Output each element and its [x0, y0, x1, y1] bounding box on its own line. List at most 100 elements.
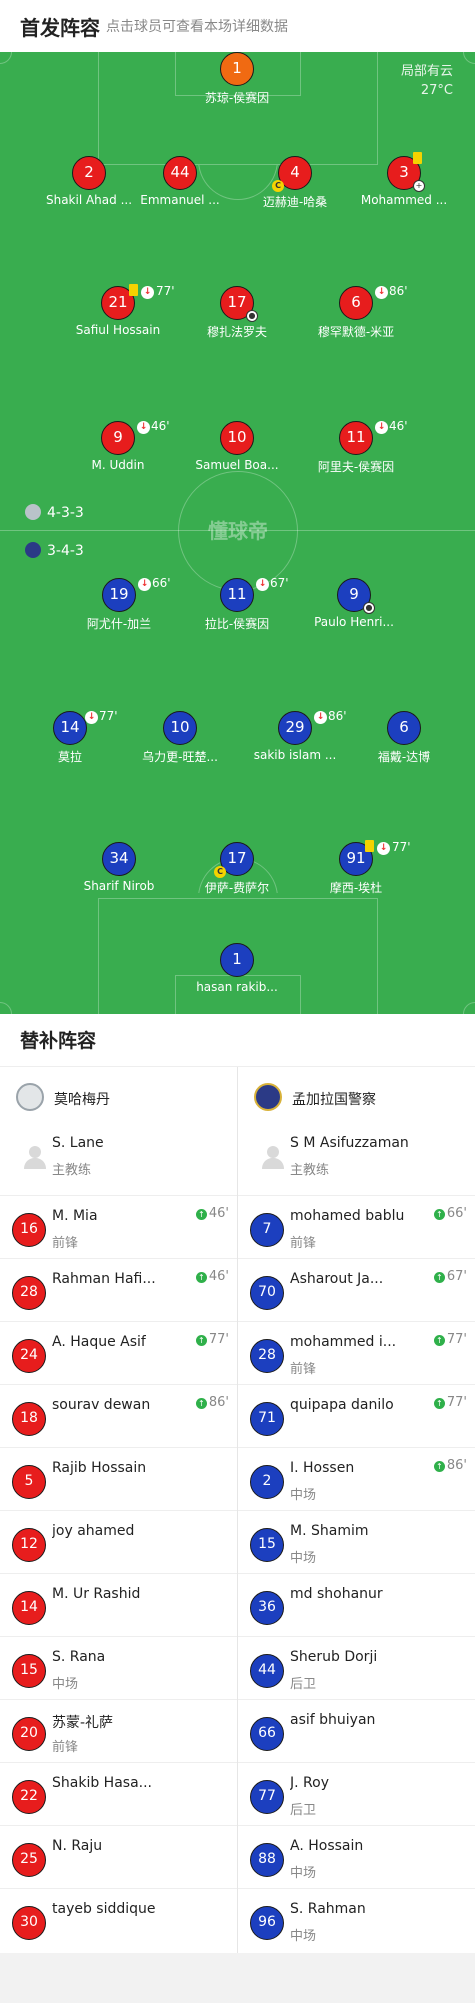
player-name: 伊萨-费萨尔: [204, 881, 270, 895]
jersey-number: 5: [12, 1465, 46, 1499]
watermark-logo: 懂球帝: [208, 519, 268, 543]
weather-info: 局部有云 27°C: [401, 62, 453, 100]
home-formation-label: 4-3-3: [47, 505, 84, 521]
player-name: Paulo Henri...: [314, 615, 394, 629]
bench-player-row[interactable]: 30 tayeb siddique: [0, 1888, 237, 1951]
bench-player-row[interactable]: 25 N. Raju: [0, 1825, 237, 1888]
bench-player-row[interactable]: 96 S. Rahman 中场: [238, 1888, 475, 1951]
jersey-number: 66: [250, 1717, 284, 1751]
bench-player-row[interactable]: 44 Sherub Dorji 后卫: [238, 1636, 475, 1699]
bench-player-row[interactable]: 70 Asharout Ja... ↑ 67': [238, 1258, 475, 1321]
bench-player-row[interactable]: 12 joy ahamed: [0, 1510, 237, 1573]
bench-player-row[interactable]: 28 Rahman Hafi... ↑ 46': [0, 1258, 237, 1321]
bench-player-row[interactable]: 16 M. Mia 前锋 ↑ 46': [0, 1195, 237, 1258]
sub-in-minute: ↑ 67': [433, 1269, 467, 1284]
player-position: 前锋: [52, 1236, 79, 1251]
corner-arc-br: [463, 1002, 475, 1014]
jersey-number: 20: [12, 1717, 46, 1751]
bench-player-row[interactable]: 15 M. Shamim 中场: [238, 1510, 475, 1573]
player-name: J. Roy: [290, 1775, 329, 1791]
jersey-number: 34: [102, 842, 136, 876]
player-name: joy ahamed: [52, 1523, 135, 1539]
jersey-number: 6: [387, 711, 421, 745]
sub-minute: 46': [151, 419, 170, 433]
sub-minute: 46': [389, 419, 408, 433]
jersey-number: 14: [12, 1591, 46, 1625]
weather-condition: 局部有云: [400, 64, 453, 79]
bench-player-row[interactable]: 77 J. Roy 后卫: [238, 1762, 475, 1825]
jersey-number: 19: [102, 578, 136, 612]
lineup-subtitle: 点击球员可查看本场详细数据: [106, 19, 288, 35]
page-footer: [0, 1953, 475, 2003]
player-name: M. Uddin: [91, 458, 145, 472]
sub-out-icon: ↓: [314, 711, 327, 724]
sub-minute: 67': [270, 576, 289, 590]
bench-player-row[interactable]: 14 M. Ur Rashid: [0, 1573, 237, 1636]
player-name: 苏蒙-礼萨: [52, 1715, 114, 1731]
player-position: 后卫: [290, 1677, 317, 1692]
jersey-number: 6: [339, 286, 373, 320]
home-coach[interactable]: S. Lane 主教练: [16, 1131, 246, 1191]
bench-player-row[interactable]: 24 A. Haque Asif ↑ 77': [0, 1321, 237, 1384]
sub-in-minute: ↑ 86': [433, 1458, 467, 1473]
bench-header: 替补阵容: [0, 1014, 475, 1066]
sub-in-minute: ↑ 46': [195, 1206, 229, 1221]
yellow-card-icon: [413, 152, 422, 164]
bench-player-row[interactable]: 88 A. Hossain 中场: [238, 1825, 475, 1888]
jersey-number: 25: [12, 1843, 46, 1877]
away-team-logo-icon: [254, 1083, 282, 1111]
player-name: A. Haque Asif: [52, 1334, 146, 1350]
jersey-number: 12: [12, 1528, 46, 1562]
bench-player-row[interactable]: 5 Rajib Hossain: [0, 1447, 237, 1510]
sub-out-icon: ↓: [85, 711, 98, 724]
jersey-number: 36: [250, 1591, 284, 1625]
goal-ball-icon: ●: [246, 310, 258, 322]
player-position: 前锋: [52, 1740, 79, 1755]
jersey-number: 29: [278, 711, 312, 745]
player-name: 穆罕默德-米亚: [317, 325, 395, 339]
jersey-number: 22: [12, 1780, 46, 1814]
bench-title: 替补阵容: [20, 1030, 97, 1052]
away-coach[interactable]: S M Asifuzzaman 主教练: [254, 1131, 475, 1191]
bench-player-row[interactable]: 7 mohamed bablu 前锋 ↑ 66': [238, 1195, 475, 1258]
bench-player-row[interactable]: 15 S. Rana 中场: [0, 1636, 237, 1699]
bench-player-row[interactable]: 20 苏蒙-礼萨前锋: [0, 1699, 237, 1762]
home-team-icon: [25, 504, 41, 520]
home-team-header[interactable]: 莫哈梅丹: [16, 1077, 246, 1121]
bench-player-row[interactable]: 2 I. Hossen 中场 ↑ 86': [238, 1447, 475, 1510]
bench-player-row[interactable]: 36 md shohanur: [238, 1573, 475, 1636]
jersey-number: 70: [250, 1276, 284, 1310]
player-name: M. Mia: [52, 1208, 98, 1224]
sub-minute: 77': [156, 284, 175, 298]
captain-badge-icon: C: [214, 866, 226, 878]
corner-arc-bl: [0, 1002, 12, 1014]
bench-player-row[interactable]: 71 quipapa danilo ↑ 77': [238, 1384, 475, 1447]
sub-minute: 66': [152, 576, 171, 590]
sub-in-icon: ↑: [433, 1398, 445, 1409]
bench-player-row[interactable]: 28 mohammed i... 前锋 ↑ 77': [238, 1321, 475, 1384]
player-name: 阿尤什-加兰: [86, 617, 152, 631]
bench-columns: 莫哈梅丹 孟加拉国警察 S. Lane 主教练 S M Asifuzzaman …: [0, 1066, 475, 1954]
sub-in-icon: ↑: [195, 1398, 207, 1409]
yellow-card-icon: [365, 840, 374, 852]
player-name: N. Raju: [52, 1838, 103, 1854]
bench-player-row[interactable]: 66 asif bhuiyan: [238, 1699, 475, 1762]
jersey-number: 77: [250, 1780, 284, 1814]
sub-out-icon: ↓: [375, 421, 388, 434]
sub-in-icon: ↑: [195, 1272, 207, 1283]
sub-out-icon: ↓: [375, 286, 388, 299]
home-team-name: 莫哈梅丹: [54, 1092, 110, 1108]
jersey-number: 16: [12, 1213, 46, 1247]
sub-in-icon: ↑: [433, 1335, 445, 1346]
player-name: Rahman Hafi...: [52, 1271, 156, 1287]
bench-player-row[interactable]: 18 sourav dewan ↑ 86': [0, 1384, 237, 1447]
jersey-number: 18: [12, 1402, 46, 1436]
sub-in-icon: ↑: [433, 1461, 445, 1472]
bench-player-row[interactable]: 22 Shakib Hasa...: [0, 1762, 237, 1825]
sub-in-icon: ↑: [195, 1209, 207, 1220]
player-position: 后卫: [290, 1803, 317, 1818]
home-formation: 4-3-3: [25, 504, 84, 521]
jersey-number: 28: [12, 1276, 46, 1310]
away-team-header[interactable]: 孟加拉国警察: [254, 1077, 475, 1121]
injury-icon: +: [413, 180, 425, 192]
